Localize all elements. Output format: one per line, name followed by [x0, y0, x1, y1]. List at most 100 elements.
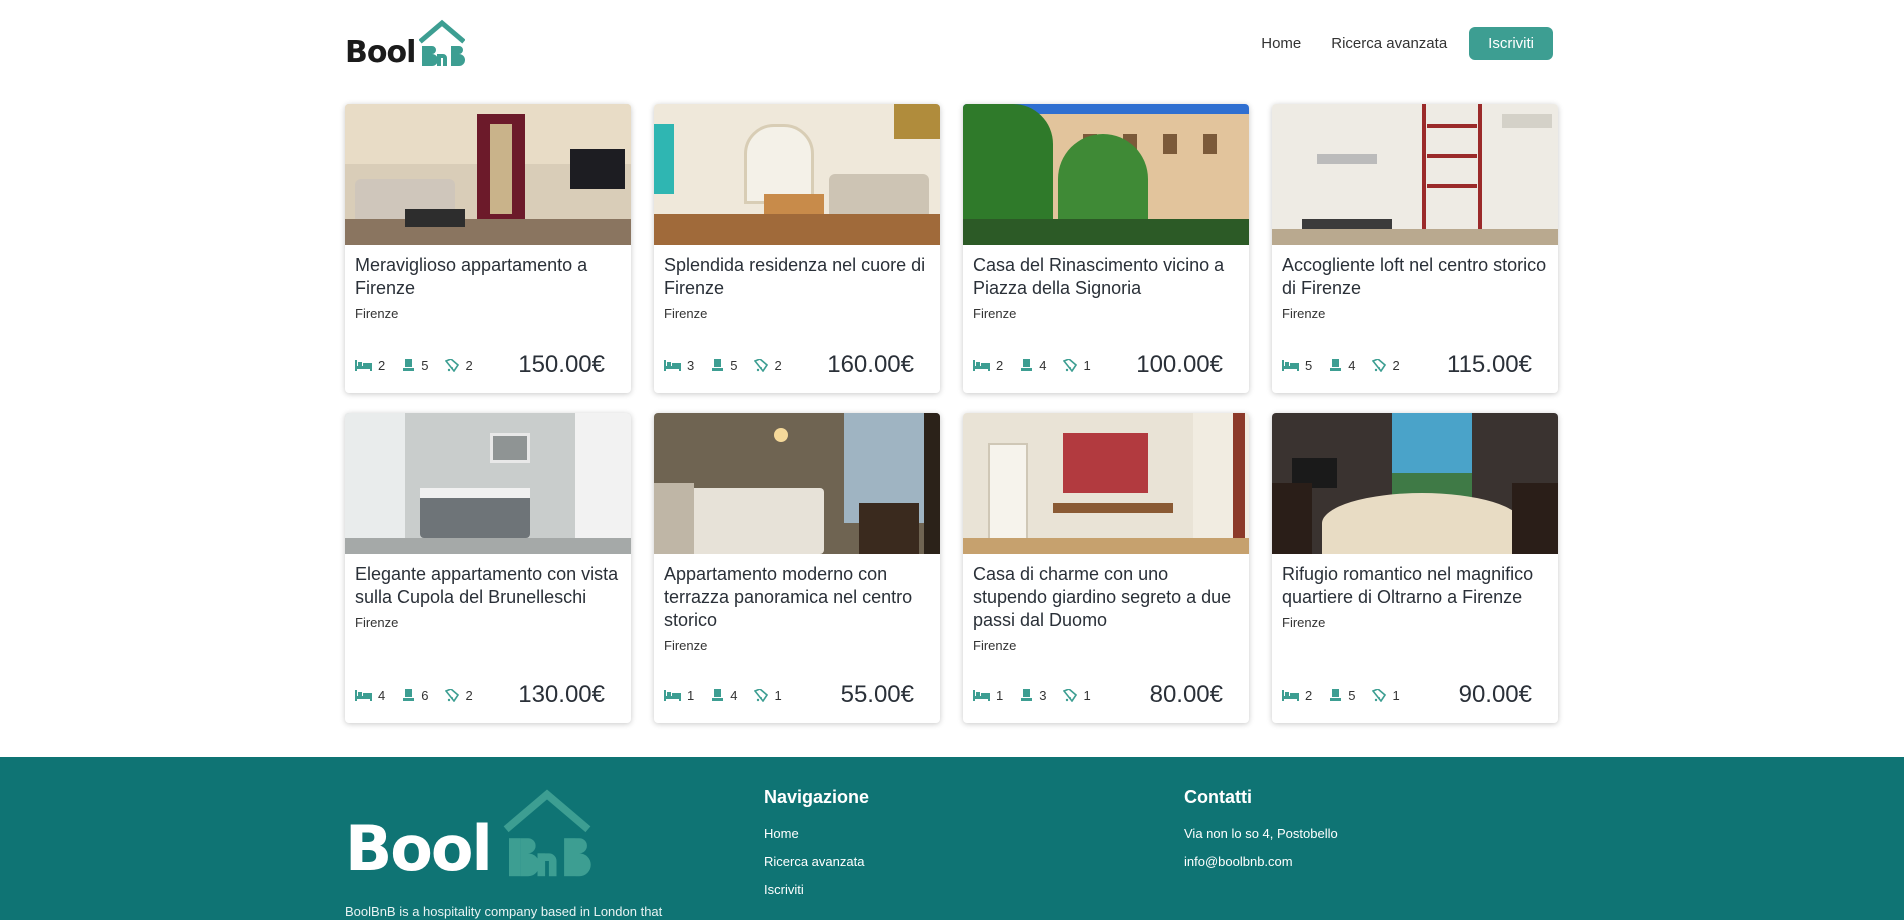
- shower-icon: [754, 358, 769, 372]
- person-icon: [1330, 358, 1342, 371]
- person-icon: [403, 358, 415, 371]
- footer-link-signup[interactable]: Iscriviti: [764, 882, 869, 897]
- person-icon: [403, 688, 415, 701]
- bed-icon: [355, 359, 372, 371]
- apartment-features: 1 3 1 80.00€: [973, 681, 1239, 709]
- baths-count: 2: [1392, 357, 1400, 373]
- logo[interactable]: Bool: [345, 18, 466, 70]
- apartment-features: 3 5 2 160.00€: [664, 351, 930, 379]
- baths-count: 1: [774, 687, 782, 703]
- apartment-card[interactable]: Elegante appartamento con vista sulla Cu…: [345, 413, 631, 723]
- beds-count: 3: [1039, 687, 1047, 703]
- person-icon: [1021, 688, 1033, 701]
- bed-icon: [1282, 359, 1299, 371]
- beds-count: 4: [1348, 357, 1356, 373]
- footer-link-search[interactable]: Ricerca avanzata: [764, 854, 869, 869]
- bed-icon: [355, 689, 372, 701]
- apartment-card[interactable]: Casa del Rinascimento vicino a Piazza de…: [963, 104, 1249, 393]
- apartment-card[interactable]: Rifugio romantico nel magnifico quartier…: [1272, 413, 1558, 723]
- footer-address: Via non lo so 4, Postobello: [1184, 826, 1338, 841]
- shower-icon: [1063, 688, 1078, 702]
- rooms-count: 2: [996, 357, 1004, 373]
- signup-button[interactable]: Iscriviti: [1469, 26, 1553, 60]
- beds-count: 4: [1039, 357, 1047, 373]
- person-icon: [712, 358, 724, 371]
- apartment-price: 130.00€: [518, 681, 605, 708]
- apartment-title[interactable]: Rifugio romantico nel magnifico quartier…: [1282, 563, 1548, 609]
- apartment-title[interactable]: Accogliente loft nel centro storico di F…: [1282, 254, 1548, 300]
- apartment-photo: [963, 413, 1249, 554]
- house-logo-icon: [419, 19, 466, 66]
- rooms-count: 1: [996, 687, 1004, 703]
- rooms-count: 2: [1305, 687, 1313, 703]
- logo-text: Bool: [345, 35, 416, 70]
- apartment-card[interactable]: Meraviglioso appartamento a Firenze Fire…: [345, 104, 631, 393]
- apartment-price: 160.00€: [827, 351, 914, 378]
- beds-count: 5: [730, 357, 738, 373]
- shower-icon: [1063, 358, 1078, 372]
- baths-count: 2: [774, 357, 782, 373]
- baths-count: 2: [465, 687, 473, 703]
- apartment-title[interactable]: Elegante appartamento con vista sulla Cu…: [355, 563, 621, 609]
- baths-count: 1: [1083, 687, 1091, 703]
- apartment-title[interactable]: Casa del Rinascimento vicino a Piazza de…: [973, 254, 1239, 300]
- apartment-city: Firenze: [1282, 306, 1326, 321]
- apartment-title[interactable]: Appartamento moderno con terrazza panora…: [664, 563, 930, 632]
- apartment-photo: [654, 413, 940, 554]
- site-header: Bool Home Ricerca avanzata Iscriviti: [345, 18, 1553, 68]
- footer-email-link[interactable]: info@boolbnb.com: [1184, 854, 1338, 869]
- apartment-city: Firenze: [1282, 615, 1326, 630]
- rooms-count: 5: [1305, 357, 1313, 373]
- baths-count: 2: [465, 357, 473, 373]
- apartment-city: Firenze: [355, 615, 399, 630]
- baths-count: 1: [1392, 687, 1400, 703]
- person-icon: [712, 688, 724, 701]
- beds-count: 4: [730, 687, 738, 703]
- apartment-title[interactable]: Casa di charme con uno stupendo giardino…: [973, 563, 1239, 632]
- apartment-city: Firenze: [664, 638, 708, 653]
- apartment-features: 2 5 1 90.00€: [1282, 681, 1548, 709]
- main-nav: Home Ricerca avanzata Iscriviti: [1231, 26, 1553, 60]
- apartment-price: 80.00€: [1149, 681, 1223, 708]
- beds-count: 5: [1348, 687, 1356, 703]
- apartment-photo: [1272, 413, 1558, 554]
- apartment-card[interactable]: Appartamento moderno con terrazza panora…: [654, 413, 940, 723]
- apartment-card[interactable]: Casa di charme con uno stupendo giardino…: [963, 413, 1249, 723]
- nav-home-link[interactable]: Home: [1261, 35, 1301, 52]
- footer-contact-title: Contatti: [1184, 787, 1252, 807]
- footer-logo[interactable]: Bool: [345, 785, 597, 880]
- nav-search-link[interactable]: Ricerca avanzata: [1331, 35, 1447, 52]
- person-icon: [1330, 688, 1342, 701]
- apartment-features: 2 4 1 100.00€: [973, 351, 1239, 379]
- apartment-photo: [345, 104, 631, 245]
- rooms-count: 2: [378, 357, 386, 373]
- apartment-title[interactable]: Splendida residenza nel cuore di Firenze: [664, 254, 930, 300]
- house-logo-icon: [503, 789, 591, 877]
- apartment-city: Firenze: [973, 638, 1017, 653]
- apartment-price: 55.00€: [840, 681, 914, 708]
- apartment-city: Firenze: [664, 306, 708, 321]
- beds-count: 6: [421, 687, 429, 703]
- apartment-price: 100.00€: [1136, 351, 1223, 378]
- bed-icon: [1282, 689, 1299, 701]
- apartment-card[interactable]: Splendida residenza nel cuore di Firenze…: [654, 104, 940, 393]
- rooms-count: 4: [378, 687, 386, 703]
- apartment-photo: [345, 413, 631, 554]
- apartment-price: 150.00€: [518, 351, 605, 378]
- shower-icon: [1372, 358, 1387, 372]
- bed-icon: [664, 689, 681, 701]
- apartment-title[interactable]: Meraviglioso appartamento a Firenze: [355, 254, 621, 300]
- apartment-card[interactable]: Accogliente loft nel centro storico di F…: [1272, 104, 1558, 393]
- person-icon: [1021, 358, 1033, 371]
- bed-icon: [664, 359, 681, 371]
- rooms-count: 3: [687, 357, 695, 373]
- footer-link-home[interactable]: Home: [764, 826, 869, 841]
- footer-contact-column: Contatti Via non lo so 4, Postobello inf…: [1184, 787, 1338, 882]
- baths-count: 1: [1083, 357, 1091, 373]
- apartment-features: 1 4 1 55.00€: [664, 681, 930, 709]
- apartment-city: Firenze: [355, 306, 399, 321]
- apartment-features: 2 5 2 150.00€: [355, 351, 621, 379]
- shower-icon: [445, 688, 460, 702]
- shower-icon: [1372, 688, 1387, 702]
- bed-icon: [973, 359, 990, 371]
